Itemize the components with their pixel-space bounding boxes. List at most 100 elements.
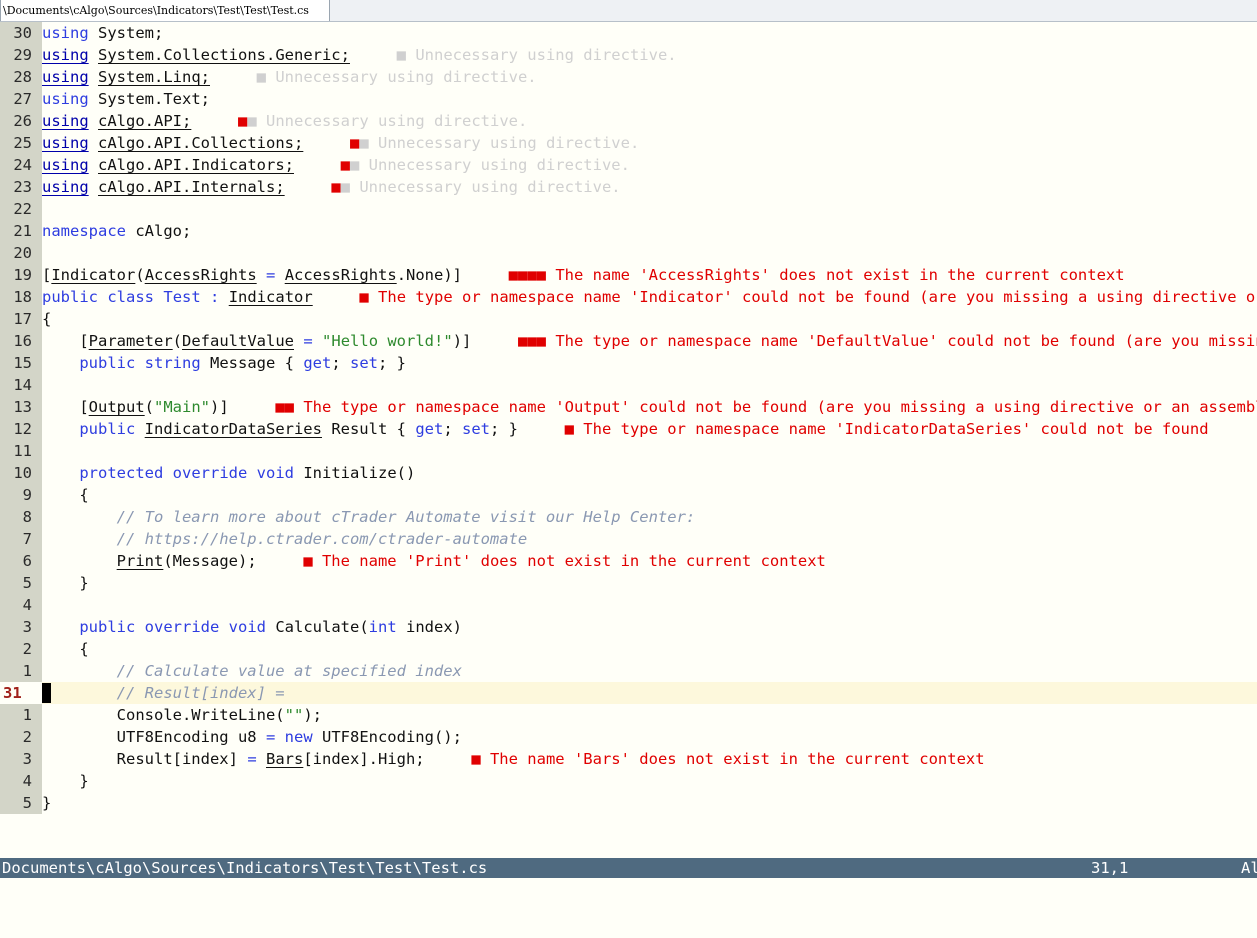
line-code: } (42, 794, 52, 812)
code-line[interactable]: 4 } (0, 770, 1257, 792)
code-line[interactable]: 14 (0, 374, 1257, 396)
line-number: 1 (0, 704, 42, 726)
line-number: 22 (0, 198, 42, 220)
line-number: 13 (0, 396, 42, 418)
line-number: 25 (0, 132, 42, 154)
code-line[interactable]: 3 public override void Calculate(int ind… (0, 616, 1257, 638)
code-line[interactable]: 12 public IndicatorDataSeries Result { g… (0, 418, 1257, 440)
line-number: 1 (0, 660, 42, 682)
code-line[interactable]: 9 { (0, 484, 1257, 506)
line-code: UTF8Encoding u8 = new UTF8Encoding(); (42, 728, 462, 746)
line-number: 5 (0, 572, 42, 594)
line-number: 3 (0, 748, 42, 770)
code-line[interactable]: 2 { (0, 638, 1257, 660)
line-code: } (42, 772, 89, 790)
line-number: 10 (0, 462, 42, 484)
code-line[interactable]: 21 namespace cAlgo; (0, 220, 1257, 242)
code-line[interactable]: 22 (0, 198, 1257, 220)
line-number: 16 (0, 330, 42, 352)
line-number: 3 (0, 616, 42, 638)
line-code: [Indicator(AccessRights = AccessRights.N… (42, 266, 1125, 284)
code-line[interactable]: 5 } (0, 572, 1257, 594)
code-line[interactable]: 7 // https://help.ctrader.com/ctrader-au… (0, 528, 1257, 550)
line-code: public class Test : Indicator ■ The type… (42, 288, 1257, 306)
line-code: // https://help.ctrader.com/ctrader-auto… (116, 530, 528, 548)
code-line[interactable]: 2 UTF8Encoding u8 = new UTF8Encoding(); (0, 726, 1257, 748)
code-line[interactable]: 4 (0, 594, 1257, 616)
code-line[interactable]: 16 [Parameter(DefaultValue = "Hello worl… (0, 330, 1257, 352)
code-line[interactable]: 23 using cAlgo.API.Internals; ■■ Unnecess… (0, 176, 1257, 198)
line-number: 4 (0, 594, 42, 616)
line-number: 4 (0, 770, 42, 792)
code-line[interactable]: 20 (0, 242, 1257, 264)
line-code: } (42, 574, 89, 592)
line-code: using cAlgo.API.Indicators; ■■ Unnecessa… (42, 156, 630, 174)
line-number: 2 (0, 638, 42, 660)
line-number: 15 (0, 352, 42, 374)
line-number: 11 (0, 440, 42, 462)
line-code: // To learn more about cTrader Automate … (116, 508, 696, 526)
current-code-line[interactable]: 31 // Result[index] = (0, 682, 1257, 704)
file-tab[interactable]: \Documents\cAlgo\Sources\Indicators\Test… (0, 0, 330, 21)
code-line[interactable]: 10 protected override void Initialize() (0, 462, 1257, 484)
code-line[interactable]: 30 using System; (0, 22, 1257, 44)
line-code: public string Message { get; set; } (79, 354, 406, 372)
code-line[interactable]: 1 // Calculate value at specified index (0, 660, 1257, 682)
line-number: 18 (0, 286, 42, 308)
code-line[interactable]: 18 public class Test : Indicator ■ The ty… (0, 286, 1257, 308)
line-code: public IndicatorDataSeries Result { get;… (79, 420, 1209, 438)
line-code: using System.Collections.Generic; ■ Unne… (42, 46, 677, 64)
code-line[interactable]: 3 Result[index] = Bars[index].High; ■ Th… (0, 748, 1257, 770)
code-line[interactable]: 1 Console.WriteLine(""); (0, 704, 1257, 726)
line-code: { (42, 486, 89, 504)
code-line[interactable]: 5} (0, 792, 1257, 814)
line-number: 26 (0, 110, 42, 132)
status-file-path: Documents\cAlgo\Sources\Indicators\Test\… (2, 859, 488, 877)
line-number: 12 (0, 418, 42, 440)
code-line[interactable]: 26 using cAlgo.API; ■■ Unnecessary using … (0, 110, 1257, 132)
line-number: 20 (0, 242, 42, 264)
code-line[interactable]: 6 Print(Message); ■ The name 'Print' doe… (0, 550, 1257, 572)
code-line[interactable]: 8 // To learn more about cTrader Automat… (0, 506, 1257, 528)
line-code: { (42, 310, 52, 328)
code-line[interactable]: 25 using cAlgo.API.Collections; ■■ Unnece… (0, 132, 1257, 154)
code-line[interactable]: 29 using System.Collections.Generic; ■ Un… (0, 44, 1257, 66)
line-code: Print(Message); ■ The name 'Print' does … (116, 552, 826, 570)
code-line[interactable]: 19 [Indicator(AccessRights = AccessRights… (0, 264, 1257, 286)
code-editor[interactable]: 30 using System; 29 using System.Collection… (0, 22, 1257, 814)
code-line[interactable]: 15 public string Message { get; set; } (0, 352, 1257, 374)
line-code: Result[index] = Bars[index].High; ■ The … (42, 750, 985, 768)
code-line[interactable]: 24 using cAlgo.API.Indicators; ■■ Unneces… (0, 154, 1257, 176)
line-code: using System.Linq; ■ Unnecessary using d… (42, 68, 537, 86)
status-cursor-position: 31,1 (1091, 859, 1129, 877)
line-number: 17 (0, 308, 42, 330)
line-code: using cAlgo.API.Internals; ■■ Unnecessar… (42, 178, 621, 196)
code-line[interactable]: 27 using System.Text; (0, 88, 1257, 110)
code-line[interactable]: 11 (0, 440, 1257, 462)
line-code: // Calculate value at specified index (116, 662, 462, 680)
line-number: 9 (0, 484, 42, 506)
line-number: 29 (0, 44, 42, 66)
line-number: 21 (0, 220, 42, 242)
line-code: // Result[index] = (116, 684, 285, 702)
line-number: 14 (0, 374, 42, 396)
code-line[interactable]: 28 using System.Linq; ■ Unnecessary using… (0, 66, 1257, 88)
line-number: 28 (0, 66, 42, 88)
code-line[interactable]: 13 [Output("Main")] ■■ The type or names… (0, 396, 1257, 418)
line-code: [Parameter(DefaultValue = "Hello world!"… (42, 332, 1257, 350)
status-scroll-indicator: All (1241, 859, 1257, 877)
line-code: using cAlgo.API.Collections; ■■ Unnecess… (42, 134, 640, 152)
line-number: 5 (0, 792, 42, 814)
line-code: using System; (42, 24, 164, 42)
line-number: 31 (0, 682, 42, 704)
code-line[interactable]: 17{ (0, 308, 1257, 330)
line-number: 19 (0, 264, 42, 286)
line-code: Console.WriteLine(""); (42, 706, 322, 724)
line-number: 23 (0, 176, 42, 198)
tab-bar: \Documents\cAlgo\Sources\Indicators\Test… (0, 0, 1257, 22)
line-number: 24 (0, 154, 42, 176)
status-bar: Documents\cAlgo\Sources\Indicators\Test\… (0, 858, 1257, 878)
line-code: using cAlgo.API; ■■ Unnecessary using di… (42, 112, 528, 130)
line-number: 7 (0, 528, 42, 550)
line-number: 30 (0, 22, 42, 44)
